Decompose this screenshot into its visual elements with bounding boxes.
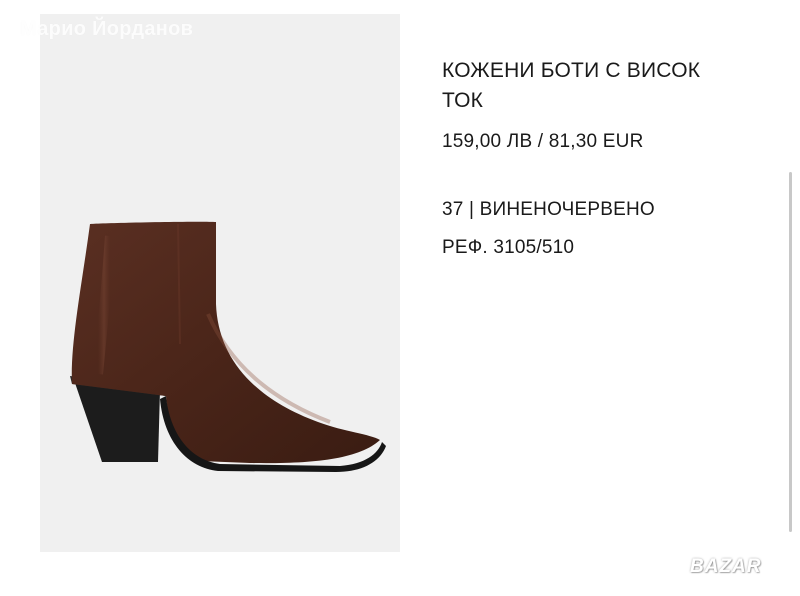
scrollbar[interactable] bbox=[789, 172, 792, 532]
product-price: 159,00 ЛВ / 81,30 EUR bbox=[442, 131, 644, 152]
product-reference: РЕФ. 3105/510 bbox=[442, 237, 575, 258]
product-title: КОЖЕНИ БОТИ С ВИСОК ТОК bbox=[442, 56, 772, 116]
seller-watermark: Марио Йорданов bbox=[20, 18, 194, 40]
product-info: КОЖЕНИ БОТИ С ВИСОК ТОК 159,00 ЛВ / 81,3… bbox=[442, 56, 772, 259]
bazar-logo: BAZAR bbox=[690, 556, 762, 577]
product-title-line-2: ТОК bbox=[442, 89, 484, 112]
product-image[interactable] bbox=[40, 14, 400, 552]
product-size-color: 37 | ВИНЕНОЧЕРВЕНО bbox=[442, 199, 655, 220]
ankle-boot-image bbox=[70, 221, 386, 472]
product-title-line-1: КОЖЕНИ БОТИ С ВИСОК bbox=[442, 59, 701, 82]
